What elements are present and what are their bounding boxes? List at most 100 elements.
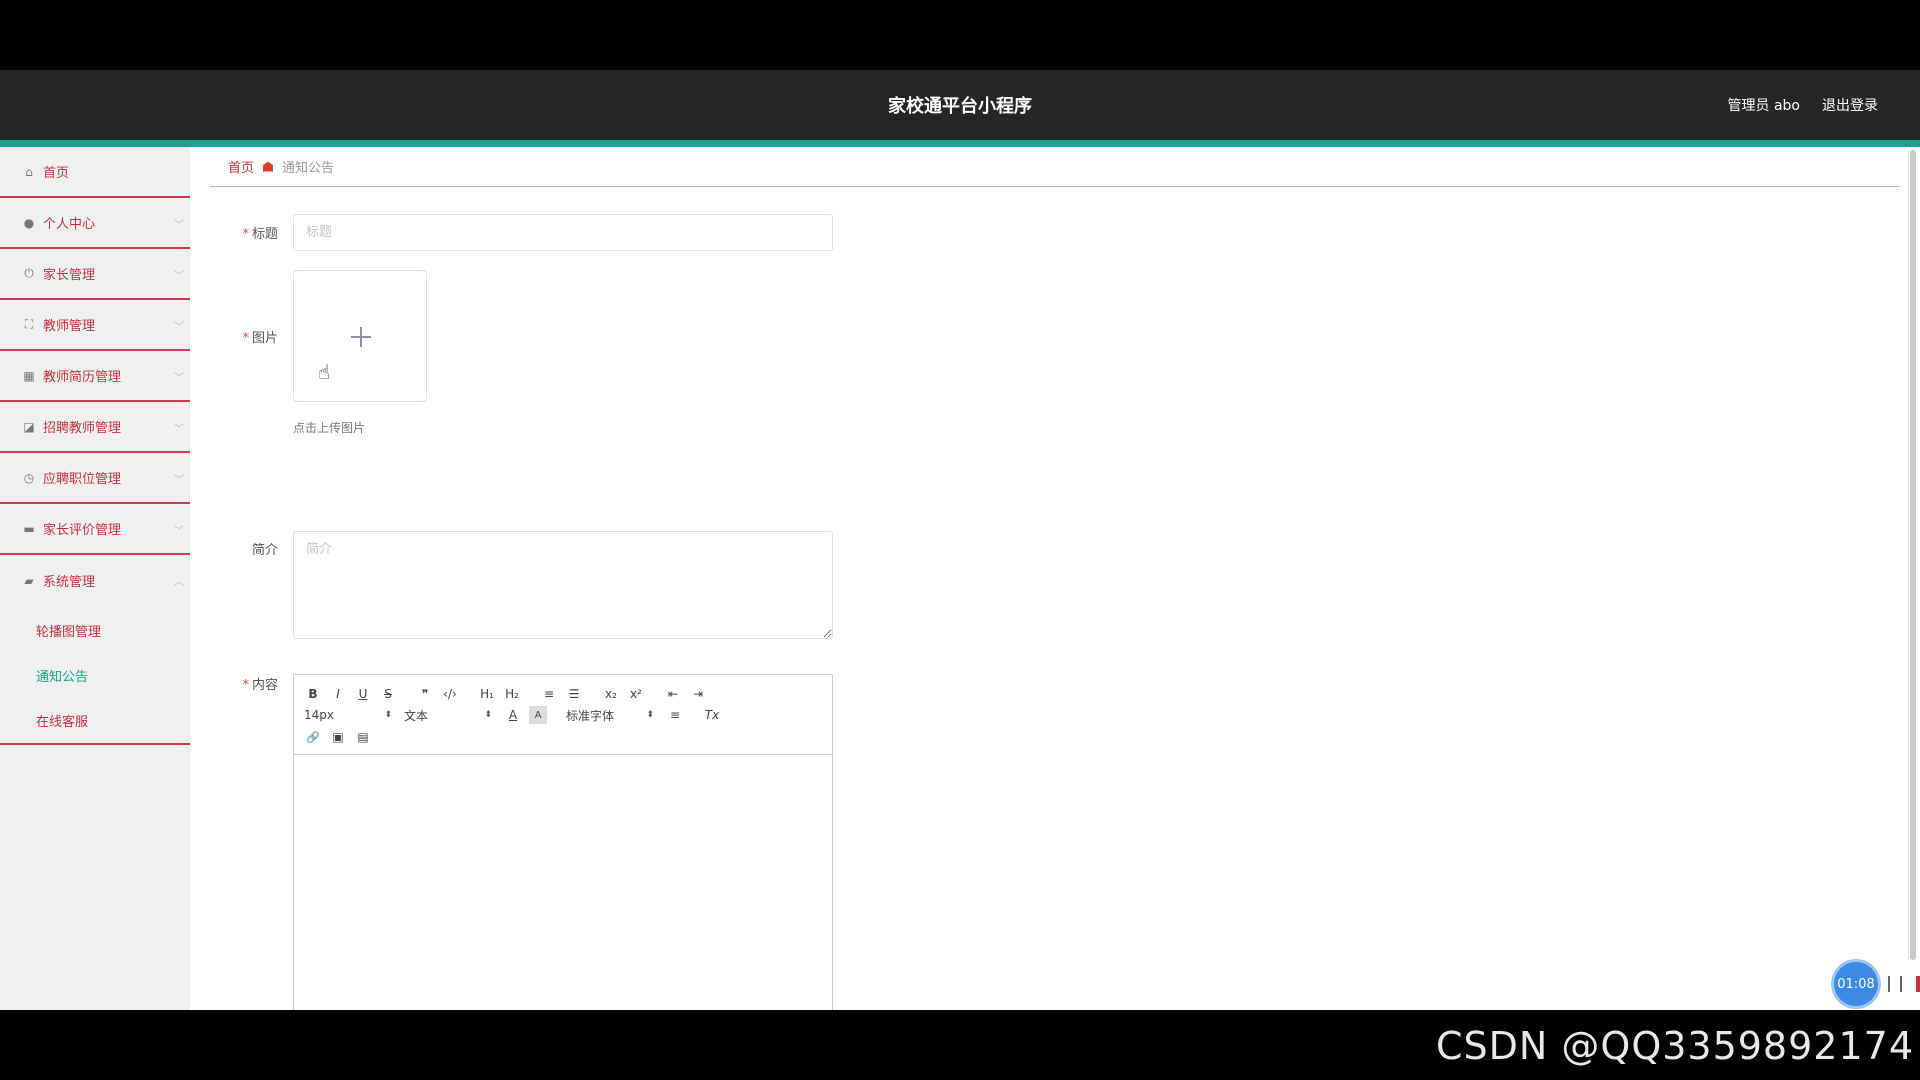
- rich-text-editor: B I U S ❞ ‹/› H₁ H₂ ≡ ☰ x₂ x² ⇤ ⇥ 14px ⬍…: [293, 674, 833, 1010]
- breadcrumb: 首页 通知公告: [210, 147, 1900, 187]
- grid-icon: ▦: [23, 368, 35, 383]
- letterbox-top: [0, 0, 1920, 70]
- sidebar-item-personal-center[interactable]: ● 个人中心 ﹀: [0, 198, 190, 249]
- blockquote-button[interactable]: ❞: [416, 685, 434, 703]
- breadcrumb-home[interactable]: 首页: [228, 157, 254, 176]
- sidebar-item-teacher-management[interactable]: ⛶ 教师管理 ﹀: [0, 300, 190, 351]
- chevron-down-icon: ﹀: [174, 322, 184, 333]
- toolbar-row-1: B I U S ❞ ‹/› H₁ H₂ ≡ ☰ x₂ x² ⇤ ⇥: [304, 684, 714, 704]
- bullet-list-button[interactable]: ☰: [565, 685, 583, 703]
- chevron-down-icon: ﹀: [174, 475, 184, 486]
- upload-hint: 点击上传图片: [293, 421, 366, 435]
- top-accent-bar: [0, 140, 1920, 147]
- clean-format-button[interactable]: Tx: [703, 706, 721, 724]
- summary-textarea[interactable]: [293, 531, 833, 639]
- hand-cursor-icon: ☝: [318, 360, 331, 384]
- sidebar-item-label: 教师管理: [43, 319, 96, 334]
- chart-icon: ◪: [23, 419, 35, 434]
- bold-button[interactable]: B: [304, 685, 322, 703]
- picker-arrow-icon: ⬍: [646, 710, 654, 720]
- sidebar-item-home[interactable]: ⌂ 首页: [0, 147, 190, 198]
- breadcrumb-separator-icon: [263, 161, 274, 172]
- admin-user-label: 管理员 abo: [1727, 98, 1800, 114]
- briefcase-icon: ▬: [23, 521, 35, 536]
- sidebar-subitem-online-service[interactable]: 在线客服: [0, 698, 190, 743]
- superscript-button[interactable]: x²: [627, 685, 645, 703]
- image-label: * 图片: [242, 331, 278, 346]
- outdent-button[interactable]: ⇤: [664, 685, 682, 703]
- ordered-list-button[interactable]: ≡: [540, 685, 558, 703]
- sidebar-item-parent-management[interactable]: ⏻ 家长管理 ﹀: [0, 249, 190, 300]
- recording-timer[interactable]: 01:08: [1834, 962, 1878, 1006]
- sidebar-item-evaluation-management[interactable]: ▬ 家长评价管理 ﹀: [0, 504, 190, 555]
- sidebar-item-application-management[interactable]: ◷ 应聘职位管理 ﹀: [0, 453, 190, 504]
- sidebar-item-label: 招聘教师管理: [43, 421, 122, 436]
- toolbar-row-3: 🔗 ▣ ▤: [304, 727, 379, 747]
- sidebar-item-label: 应聘职位管理: [43, 472, 122, 487]
- record-indicator-icon: [1916, 976, 1920, 992]
- sidebar-subitem-notice[interactable]: 通知公告: [0, 653, 190, 698]
- chevron-down-icon: ﹀: [174, 373, 184, 384]
- sidebar-item-label: 个人中心: [43, 217, 96, 232]
- user-icon: ●: [23, 215, 35, 230]
- scrollbar-thumb[interactable]: [1910, 150, 1916, 960]
- power-icon: ⏻: [24, 266, 34, 280]
- chevron-down-icon: ﹀: [174, 526, 184, 537]
- chevron-down-icon: ﹀: [174, 220, 184, 231]
- required-mark: *: [242, 678, 249, 693]
- plus-icon-vertical: [360, 327, 362, 347]
- toolbar-row-2: 14px ⬍ 文本 ⬍ A A 标准字体 ⬍ ≡ Tx: [304, 705, 728, 725]
- home-icon: ⌂: [25, 164, 33, 179]
- font-color-button[interactable]: A: [504, 706, 522, 724]
- required-mark: *: [242, 331, 249, 346]
- sidebar-item-label: 首页: [43, 166, 70, 181]
- page-scrollbar[interactable]: [1908, 150, 1916, 960]
- clock-icon: ◷: [23, 470, 35, 485]
- font-family-picker[interactable]: 标准字体 ⬍: [566, 707, 654, 724]
- breadcrumb-current: 通知公告: [282, 161, 335, 176]
- chevron-down-icon: ﹀: [174, 271, 184, 282]
- italic-button[interactable]: I: [329, 685, 347, 703]
- editor-content-area[interactable]: [294, 755, 832, 1010]
- required-mark: *: [242, 227, 249, 242]
- summary-label: 简介: [251, 543, 278, 558]
- sidebar-subitem-carousel[interactable]: 轮播图管理: [0, 608, 190, 653]
- pause-icon[interactable]: [1888, 976, 1902, 992]
- sidebar-item-resume-management[interactable]: ▦ 教师简历管理 ﹀: [0, 351, 190, 402]
- video-button[interactable]: ▤: [354, 728, 372, 746]
- sidebar-item-system-management[interactable]: ▰ 系统管理 ︿: [0, 555, 190, 606]
- chevron-down-icon: ﹀: [174, 424, 184, 435]
- heading-1-button[interactable]: H₁: [478, 685, 496, 703]
- align-button[interactable]: ≡: [666, 706, 684, 724]
- indent-button[interactable]: ⇥: [689, 685, 707, 703]
- picker-arrow-icon: ⬍: [384, 710, 392, 720]
- logout-link[interactable]: 退出登录: [1822, 95, 1878, 115]
- background-color-button[interactable]: A: [529, 706, 547, 724]
- content-label: * 内容: [242, 678, 278, 693]
- watermark: CSDN @QQ3359892174: [1435, 1024, 1914, 1068]
- chevron-up-icon: ︿: [174, 577, 184, 588]
- font-size-picker[interactable]: 14px ⬍: [304, 708, 392, 722]
- sidebar-item-label: 系统管理: [43, 575, 96, 590]
- sidebar-item-label: 教师简历管理: [43, 370, 122, 385]
- system-submenu: 轮播图管理 通知公告 在线客服: [0, 606, 190, 745]
- title-input[interactable]: [293, 214, 833, 251]
- image-button[interactable]: ▣: [329, 728, 347, 746]
- link-button[interactable]: 🔗: [304, 728, 322, 746]
- image-upload-box[interactable]: [293, 270, 427, 402]
- sidebar-item-label: 家长评价管理: [43, 523, 122, 538]
- heading-2-button[interactable]: H₂: [503, 685, 521, 703]
- strike-button[interactable]: S: [379, 685, 397, 703]
- sidebar-item-recruitment-management[interactable]: ◪ 招聘教师管理 ﹀: [0, 402, 190, 453]
- subscript-button[interactable]: x₂: [602, 685, 620, 703]
- header-picker[interactable]: 文本 ⬍: [404, 707, 492, 724]
- sidebar-item-label: 家长管理: [43, 268, 96, 283]
- picker-arrow-icon: ⬍: [484, 710, 492, 720]
- editor-toolbar: B I U S ❞ ‹/› H₁ H₂ ≡ ☰ x₂ x² ⇤ ⇥ 14px ⬍…: [294, 675, 832, 755]
- main-content: 首页 通知公告 *标题 *图片 点击上传图片 简介 *内容 B I U S ❞: [210, 147, 1900, 1010]
- code-block-button[interactable]: ‹/›: [441, 685, 459, 703]
- title-label: * 标题: [242, 227, 278, 242]
- underline-button[interactable]: U: [354, 685, 372, 703]
- folder-icon: ▰: [24, 573, 34, 588]
- top-bar: 家校通平台小程序 管理员 abo 退出登录: [0, 70, 1920, 140]
